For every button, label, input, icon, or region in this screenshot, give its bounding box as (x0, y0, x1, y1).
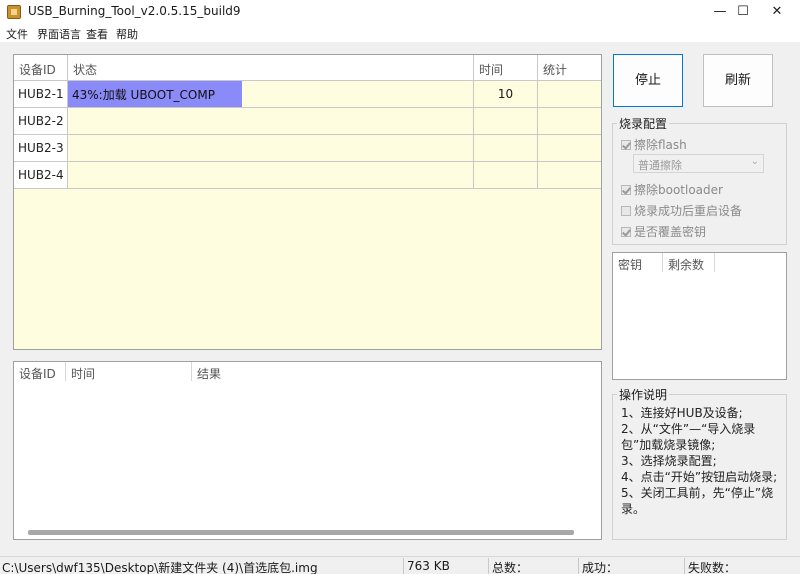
row-time (474, 108, 538, 135)
menu-view[interactable]: 查看 (86, 26, 108, 42)
horizontal-scrollbar[interactable] (28, 530, 574, 535)
instruction-line: 1、连接好HUB及设备; (621, 406, 743, 420)
overwrite-key-checkbox[interactable]: 是否覆盖密钥 (621, 223, 706, 240)
row-device-id[interactable]: HUB2-3 (14, 135, 68, 162)
status-file-size: 763 KB (407, 559, 450, 573)
row-time (474, 135, 538, 162)
status-divider (488, 558, 489, 574)
stop-button[interactable]: 停止 (613, 54, 683, 107)
menu-bar: 文件 界面语言 查看 帮助 (0, 24, 800, 42)
status-bar: C:\Users\dwf135\Desktop\新建文件夹 (4)\首选底包.i… (0, 556, 800, 574)
log-table[interactable]: 设备ID 时间 结果 (13, 361, 602, 540)
refresh-button[interactable]: 刷新 (703, 54, 773, 107)
erase-flash-label: 擦除flash (634, 138, 687, 152)
col-header-stat[interactable]: 统计 (538, 55, 601, 81)
status-divider (403, 558, 404, 574)
row-stat (538, 108, 601, 135)
checkbox-unchecked-icon (621, 206, 631, 216)
reboot-after-label: 烧录成功后重启设备 (634, 204, 743, 218)
erase-bootloader-label: 擦除bootloader (634, 183, 723, 197)
checkbox-checked-icon (621, 227, 631, 237)
burn-config-title: 烧录配置 (617, 115, 670, 132)
instruction-line: 5、关闭工具前，先“停止”烧录。 (621, 486, 774, 516)
status-fail: 失败数： (688, 561, 737, 574)
title-bar: USB_Burning_Tool_v2.0.5.15_build9 — ☐ ✕ (0, 0, 800, 24)
log-col-header-device-id[interactable]: 设备ID (14, 362, 66, 381)
erase-mode-value: 普通擦除 (638, 159, 682, 172)
row-stat (538, 81, 601, 108)
erase-mode-select[interactable]: 普通擦除 ⌄ (633, 154, 764, 173)
key-table[interactable]: 密钥 剩余数 (612, 252, 787, 380)
row-status-cell (68, 108, 474, 135)
status-divider (684, 558, 685, 574)
col-header-device-id[interactable]: 设备ID (14, 55, 68, 81)
row-time: 10 (474, 81, 538, 108)
log-col-header-result[interactable]: 结果 (192, 362, 312, 381)
key-col-header-remaining[interactable]: 剩余数 (663, 253, 715, 272)
row-status-cell (68, 135, 474, 162)
device-table: 设备ID 状态 时间 统计 HUB2-1 43%:加载 UBOOT_COMP 1… (13, 54, 602, 350)
status-divider (578, 558, 579, 574)
row-status-cell (68, 162, 474, 189)
status-success: 成功： (582, 561, 619, 574)
row-device-id[interactable]: HUB2-2 (14, 108, 68, 135)
checkbox-checked-icon (621, 140, 631, 150)
instruction-line: 2、从“文件”—“导入烧录包”加载烧录镜像; (621, 422, 756, 452)
menu-file[interactable]: 文件 (6, 26, 28, 42)
instruction-line: 4、点击“开始”按钮启动烧录; (621, 470, 778, 484)
row-device-id[interactable]: HUB2-4 (14, 162, 68, 189)
instructions-text: 1、连接好HUB及设备; 2、从“文件”—“导入烧录包”加载烧录镜像; 3、选择… (621, 405, 781, 517)
log-col-header-time[interactable]: 时间 (66, 362, 192, 381)
row-stat (538, 162, 601, 189)
close-button[interactable]: ✕ (754, 0, 800, 24)
col-header-time[interactable]: 时间 (474, 55, 538, 81)
status-total: 总数： (492, 561, 529, 574)
menu-language[interactable]: 界面语言 (37, 26, 81, 42)
instructions-title: 操作说明 (617, 386, 670, 403)
status-file-path: C:\Users\dwf135\Desktop\新建文件夹 (4)\首选底包.i… (2, 561, 318, 574)
checkbox-checked-icon (621, 185, 631, 195)
col-header-status[interactable]: 状态 (68, 55, 474, 81)
instruction-line: 3、选择烧录配置; (621, 454, 717, 468)
row-device-id[interactable]: HUB2-1 (14, 81, 68, 108)
row-time (474, 162, 538, 189)
reboot-after-checkbox[interactable]: 烧录成功后重启设备 (621, 202, 742, 219)
row-stat (538, 135, 601, 162)
key-col-header-key[interactable]: 密钥 (613, 253, 663, 272)
window-title: USB_Burning_Tool_v2.0.5.15_build9 (28, 4, 241, 18)
app-icon (7, 5, 21, 19)
progress-bar: 43%:加载 UBOOT_COMP (68, 81, 242, 107)
chevron-down-icon: ⌄ (750, 156, 759, 167)
overwrite-key-label: 是否覆盖密钥 (634, 225, 707, 239)
erase-flash-checkbox[interactable]: 擦除flash (621, 136, 687, 153)
erase-bootloader-checkbox[interactable]: 擦除bootloader (621, 181, 723, 198)
menu-help[interactable]: 帮助 (116, 26, 138, 42)
